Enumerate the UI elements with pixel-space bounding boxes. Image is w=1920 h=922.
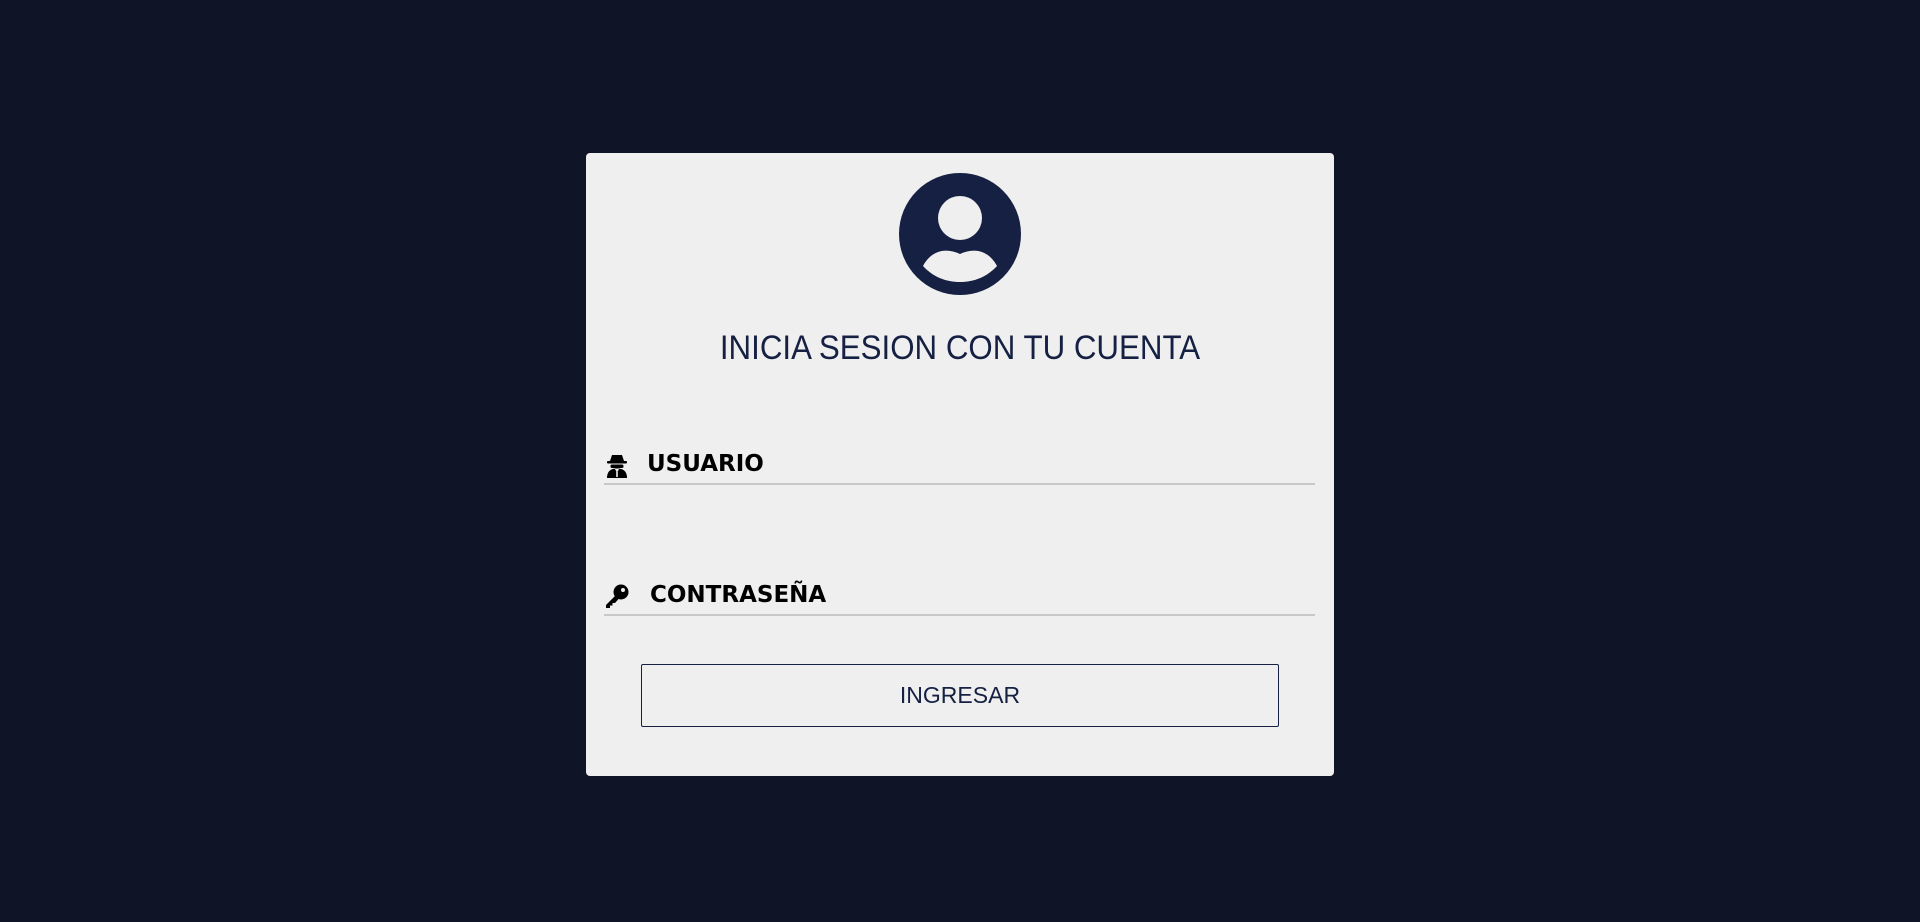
user-circle-icon bbox=[899, 173, 1021, 295]
login-card: INICIA SESION CON TU CUENTA USUARIO CONT… bbox=[586, 153, 1334, 776]
username-field[interactable]: USUARIO bbox=[604, 443, 1315, 485]
key-icon bbox=[604, 583, 630, 609]
password-field[interactable]: CONTRASEÑA bbox=[604, 574, 1315, 616]
page-title: INICIA SESION CON TU CUENTA bbox=[719, 329, 1201, 367]
user-secret-icon bbox=[604, 452, 630, 478]
submit-button[interactable]: INGRESAR bbox=[641, 664, 1279, 727]
